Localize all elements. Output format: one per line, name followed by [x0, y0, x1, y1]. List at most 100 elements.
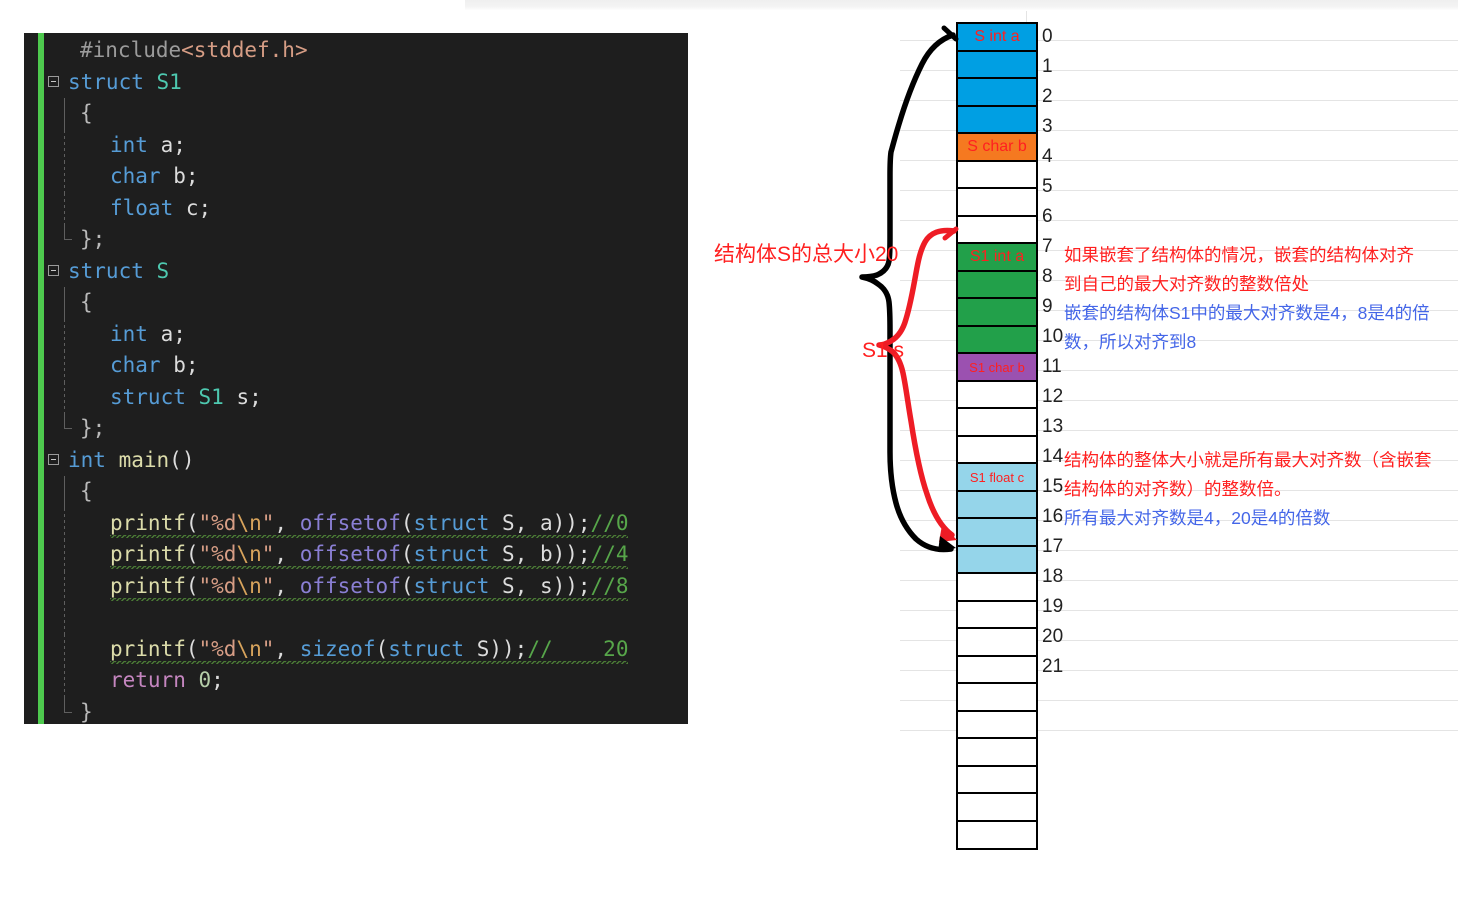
memory-cell	[956, 104, 1038, 135]
memory-cell	[956, 297, 1038, 327]
code-token: int	[110, 321, 148, 346]
code-token: \n	[236, 636, 262, 661]
code-token: //0	[590, 510, 629, 535]
code-line-content: {	[80, 479, 93, 503]
code-line: {	[24, 98, 688, 130]
memory-cell	[956, 407, 1038, 437]
annotation-nested-line-2: 到自己的最大对齐数的整数倍处	[1064, 274, 1309, 294]
code-line-content: printf("%d\n", offsetof(struct S, b));//…	[110, 542, 629, 569]
code-line: #include<stddef.h>	[24, 35, 688, 67]
code-token: S1	[198, 384, 224, 409]
memory-offset-index: 4	[1042, 146, 1053, 167]
memory-cell-label: S int a	[974, 28, 1020, 45]
code-token: char	[110, 164, 161, 188]
code-token: };	[80, 416, 106, 440]
code-fold-toggle-icon[interactable]	[48, 453, 59, 465]
code-token: }	[80, 699, 93, 724]
code-token: S1	[156, 69, 182, 94]
code-fold-toggle-icon[interactable]	[48, 264, 59, 276]
code-token: struct	[68, 258, 157, 283]
code-token: sizeof	[299, 636, 376, 661]
memory-offset-index: 13	[1042, 416, 1064, 437]
memory-offset-index	[1040, 772, 1080, 802]
memory-cell	[956, 187, 1038, 217]
memory-cell	[956, 764, 1038, 795]
memory-cell	[956, 269, 1038, 300]
code-token: c;	[173, 195, 212, 220]
code-token: , s));	[514, 573, 591, 598]
code-line-content: struct S1 s;	[110, 385, 262, 409]
code-line-content: }	[80, 700, 93, 724]
code-token: \n	[236, 542, 262, 566]
code-token: };	[80, 227, 106, 251]
memory-cell	[956, 489, 1038, 520]
code-line-content: int a;	[110, 322, 186, 346]
code-token: printf	[110, 573, 186, 598]
code-line-content: char b;	[110, 353, 199, 377]
memory-cell-label: S1 int a	[969, 248, 1025, 265]
memory-cell	[956, 654, 1038, 685]
memory-offset-index: 12	[1042, 386, 1064, 407]
code-token: (	[185, 573, 199, 598]
code-token: offsetof	[299, 510, 401, 535]
memory-cell	[956, 682, 1038, 712]
memory-offset-index: 17	[1042, 536, 1064, 557]
memory-cell-label: S char b	[967, 138, 1027, 155]
memory-offset-index	[1040, 712, 1080, 742]
code-line: char b;	[24, 161, 688, 193]
code-line-content: struct S1	[68, 70, 182, 94]
code-token: struct	[413, 573, 503, 598]
memory-offset-index	[1040, 682, 1080, 712]
code-editor-panel[interactable]: #include<stddef.h> struct S1 { int a; char b…	[24, 33, 688, 724]
code-token: int	[68, 447, 106, 472]
code-token: printf	[110, 510, 186, 535]
code-token: #include	[80, 38, 182, 62]
memory-cell: S1 char b	[956, 352, 1038, 382]
code-token: ()	[169, 447, 195, 472]
annotation-nested-line-4: 数，所以对齐到8	[1064, 332, 1197, 352]
code-fold-toggle-icon[interactable]	[48, 75, 59, 87]
memory-cell: S1 int a	[956, 242, 1038, 272]
code-token: S	[502, 510, 515, 535]
memory-cell	[956, 709, 1038, 740]
code-token: ,	[274, 542, 300, 566]
memory-cell: S1 float c	[956, 462, 1038, 492]
code-token: S	[502, 573, 515, 598]
code-line: float c;	[24, 192, 688, 225]
annotation-total-alignment: 结构体的整体大小就是所有最大对齐数（含嵌套 结构体的对齐数）的整数倍。 所有最大…	[1064, 446, 1432, 533]
code-token: "	[261, 510, 275, 535]
code-line-content: };	[80, 227, 105, 251]
memory-cell	[956, 517, 1038, 547]
code-line: struct S1 s;	[24, 381, 688, 414]
code-token: (	[400, 573, 414, 598]
code-editor-lines: #include<stddef.h> struct S1 { int a; char b…	[24, 33, 688, 724]
code-token: struct	[388, 636, 477, 661]
annotation-s1-member: S1 s	[862, 339, 905, 362]
memory-cell: S int a	[956, 22, 1038, 52]
code-line: int main()	[24, 445, 688, 477]
code-token: ,	[274, 573, 300, 598]
code-token: printf	[110, 542, 186, 566]
memory-offset-index: 3	[1042, 116, 1053, 137]
code-token: (	[400, 542, 414, 566]
code-token: struct	[413, 510, 503, 535]
code-token: return	[110, 668, 186, 692]
memory-offset-index: 6	[1042, 206, 1053, 227]
memory-offset-index	[1040, 802, 1080, 832]
memory-cell	[956, 434, 1038, 465]
code-line: char b;	[24, 350, 688, 382]
code-line-content: };	[80, 416, 105, 440]
code-token: (	[400, 510, 414, 535]
code-line-content: int main()	[68, 448, 194, 472]
code-token: offsetof	[299, 573, 401, 598]
code-token: printf	[110, 636, 186, 661]
memory-cell	[956, 792, 1038, 822]
code-token: s;	[223, 384, 262, 409]
code-line-content: int a;	[110, 133, 186, 157]
code-token: ));	[489, 636, 528, 661]
memory-offset-index: 1	[1042, 56, 1053, 77]
code-token: S	[502, 542, 515, 566]
memory-cell	[956, 819, 1038, 850]
memory-cell	[956, 324, 1038, 355]
